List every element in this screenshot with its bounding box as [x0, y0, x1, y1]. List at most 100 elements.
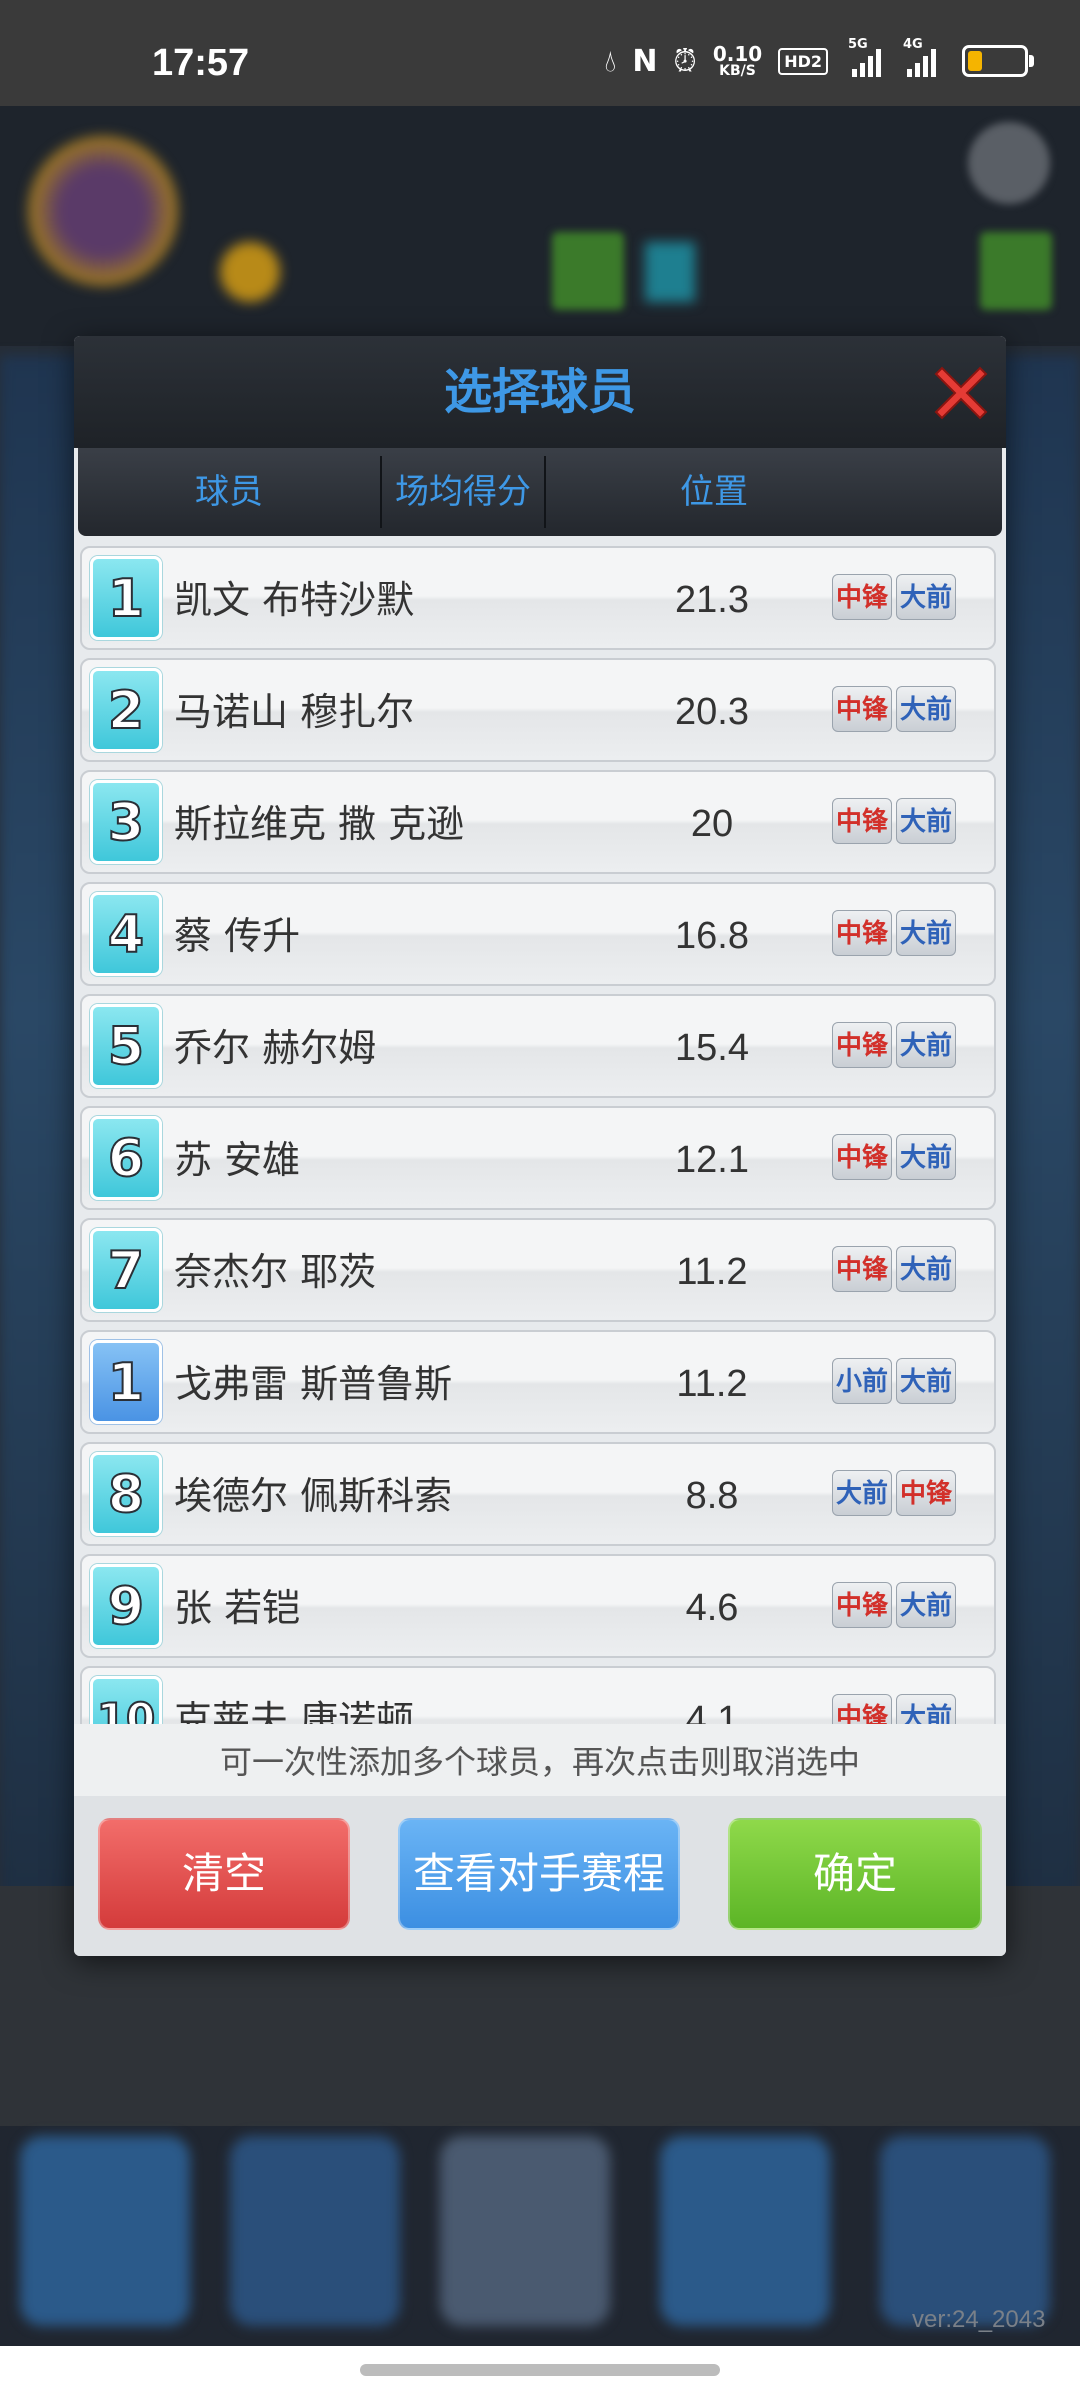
- position-tags: 中锋 大前: [832, 1694, 956, 1724]
- select-player-dialog: 选择球员 球员 场均得分 位置 1 凯文 布特沙默 21.3 中锋 大前 2 马诺山 穆扎尔…: [74, 336, 1006, 1956]
- player-avg-score: 20: [690, 803, 734, 845]
- position-tag: 中锋: [896, 1470, 956, 1516]
- table-header: 球员 场均得分 位置: [78, 448, 1002, 536]
- rank-badge: 2: [90, 668, 162, 752]
- status-time: 17:57: [152, 42, 250, 84]
- position-tags: 小前 大前: [832, 1358, 956, 1404]
- position-tag: 大前: [896, 1246, 956, 1292]
- player-row[interactable]: 10 克莱夫 康诺顿 4.1 中锋 大前: [80, 1666, 996, 1724]
- position-tags: 中锋 大前: [832, 1246, 956, 1292]
- position-tags: 中锋 大前: [832, 1134, 956, 1180]
- column-header-player: 球员: [195, 472, 263, 512]
- player-avg-score: 8.8: [685, 1475, 739, 1517]
- close-icon[interactable]: [926, 358, 996, 428]
- position-tag: 中锋: [832, 798, 892, 844]
- player-avg-score: 11.2: [676, 1251, 748, 1293]
- player-row[interactable]: 5 乔尔 赫尔姆 15.4 中锋 大前: [80, 994, 996, 1098]
- player-name: 乔尔 赫尔姆: [174, 1026, 377, 1070]
- position-tags: 中锋 大前: [832, 798, 956, 844]
- net-speed-unit: KB/S: [719, 63, 756, 79]
- confirm-button[interactable]: 确定: [728, 1818, 982, 1930]
- player-row[interactable]: 8 埃德尔 佩斯科索 8.8 大前 中锋: [80, 1442, 996, 1546]
- rank-badge: 4: [90, 892, 162, 976]
- status-bar: 17:57 💧︎ N ⏰︎ 0.10 KB/S HD2 5G 4G: [0, 0, 1080, 106]
- player-row[interactable]: 9 张 若铠 4.6 中锋 大前: [80, 1554, 996, 1658]
- position-tag: 大前: [896, 686, 956, 732]
- player-row[interactable]: 7 奈杰尔 耶茨 11.2 中锋 大前: [80, 1218, 996, 1322]
- position-tag: 大前: [896, 910, 956, 956]
- position-tags: 大前 中锋: [832, 1470, 956, 1516]
- clear-button[interactable]: 清空: [98, 1818, 350, 1930]
- gear-icon: [968, 122, 1050, 204]
- player-row[interactable]: 3 斯拉维克 撒 克逊 20 中锋 大前: [80, 770, 996, 874]
- position-tags: 中锋 大前: [832, 1582, 956, 1628]
- rank-badge: 10: [90, 1676, 162, 1724]
- position-tag: 中锋: [832, 1246, 892, 1292]
- column-header-position: 位置: [546, 448, 1002, 536]
- rank-badge: 8: [90, 1452, 162, 1536]
- player-name: 苏 安雄: [174, 1138, 301, 1182]
- nfc-icon: N: [632, 43, 658, 79]
- position-tag: 中锋: [832, 1694, 892, 1724]
- drop-icon: 💧︎: [604, 43, 617, 79]
- position-tag: 中锋: [832, 910, 892, 956]
- player-avg-score: 21.3: [675, 579, 749, 621]
- player-avg-score: 15.4: [675, 1027, 749, 1069]
- sim2-label: 4G: [903, 37, 923, 52]
- player-avg-score: 20.3: [675, 691, 749, 733]
- nav-chat-icon: [660, 2136, 830, 2326]
- position-tag: 大前: [896, 574, 956, 620]
- hd-icon: HD2: [778, 47, 828, 75]
- position-tag: 大前: [896, 1694, 956, 1724]
- player-row[interactable]: 1 戈弗雷 斯普鲁斯 11.2 小前 大前: [80, 1330, 996, 1434]
- add-coin-button: [552, 232, 624, 310]
- net-speed-value: 0.10: [712, 42, 763, 66]
- position-tag: 中锋: [832, 574, 892, 620]
- player-row[interactable]: 4 蔡 传升 16.8 中锋 大前: [80, 882, 996, 986]
- player-row[interactable]: 6 苏 安雄 12.1 中锋 大前: [80, 1106, 996, 1210]
- hint-text: 可一次性添加多个球员，再次点击则取消选中: [219, 1743, 860, 1781]
- view-opponent-schedule-button[interactable]: 查看对手赛程: [398, 1818, 680, 1930]
- column-header-position-label: 位置: [680, 472, 748, 512]
- gem-icon: [645, 242, 695, 302]
- position-tag: 中锋: [832, 686, 892, 732]
- nav-star-icon: [20, 2136, 190, 2326]
- player-name: 凯文 布特沙默: [174, 578, 415, 622]
- nav-up-icon: [880, 2136, 1050, 2326]
- player-avg-score: 4.6: [685, 1587, 739, 1629]
- position-tag: 大前: [896, 1582, 956, 1628]
- player-avg-score: 11.2: [676, 1363, 748, 1405]
- dialog-title: 选择球员: [443, 364, 636, 420]
- player-name: 蔡 传升: [174, 914, 301, 958]
- position-tag: 大前: [896, 1134, 956, 1180]
- rank-badge: 6: [90, 1116, 162, 1200]
- position-tag: 中锋: [832, 1022, 892, 1068]
- player-avg-score: 16.8: [675, 915, 749, 957]
- rank-badge: 1: [90, 1340, 162, 1424]
- home-indicator[interactable]: [360, 2364, 720, 2376]
- player-row[interactable]: 1 凯文 布特沙默 21.3 中锋 大前: [80, 546, 996, 650]
- position-tag: 大前: [896, 798, 956, 844]
- signal-icon-sim1: 5G: [848, 37, 881, 77]
- rank-badge: 5: [90, 1004, 162, 1088]
- column-header-avg-score: 场均得分: [395, 472, 531, 512]
- status-icons: 💧︎ N ⏰︎ 0.10 KB/S HD2 5G 4G: [604, 37, 1034, 84]
- rank-badge: 1: [90, 556, 162, 640]
- player-name: 克莱夫 康诺顿: [174, 1698, 415, 1724]
- player-name: 埃德尔 佩斯科索: [174, 1474, 453, 1518]
- dialog-header: 选择球员: [74, 336, 1006, 448]
- player-avg-score: 12.1: [675, 1139, 749, 1181]
- coin-icon: [220, 242, 280, 302]
- rank-badge: 3: [90, 780, 162, 864]
- player-row[interactable]: 2 马诺山 穆扎尔 20.3 中锋 大前: [80, 658, 996, 762]
- player-name: 戈弗雷 斯普鲁斯: [174, 1362, 453, 1406]
- version-label: ver:24_2043: [912, 2306, 1046, 2333]
- position-tag: 中锋: [832, 1582, 892, 1628]
- position-tag: 大前: [832, 1470, 892, 1516]
- position-tag: 小前: [832, 1358, 892, 1404]
- player-list[interactable]: 1 凯文 布特沙默 21.3 中锋 大前 2 马诺山 穆扎尔 20.3 中锋 大前 3 斯拉维克 撒 …: [74, 546, 1006, 1724]
- sim1-label: 5G: [848, 37, 868, 52]
- signal-icon-sim2: 4G: [903, 37, 936, 77]
- position-tags: 中锋 大前: [832, 574, 956, 620]
- rank-badge: 9: [90, 1564, 162, 1648]
